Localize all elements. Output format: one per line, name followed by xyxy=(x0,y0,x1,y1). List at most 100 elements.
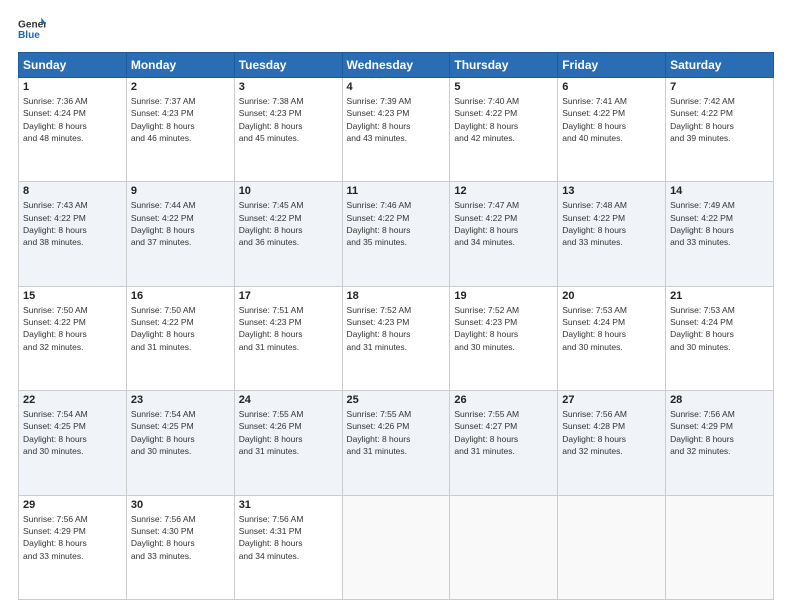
day-info: Sunrise: 7:48 AM Sunset: 4:22 PM Dayligh… xyxy=(562,199,661,248)
weekday-header: Saturday xyxy=(666,53,774,78)
calendar-cell: 15Sunrise: 7:50 AM Sunset: 4:22 PM Dayli… xyxy=(19,286,127,390)
calendar-cell: 10Sunrise: 7:45 AM Sunset: 4:22 PM Dayli… xyxy=(234,182,342,286)
weekday-header: Monday xyxy=(126,53,234,78)
calendar-cell: 9 Sunrise: 7:44 AM Sunset: 4:22 PM Daylig… xyxy=(126,182,234,286)
calendar-cell: 26 Sunrise: 7:55 AM Sunset: 4:27 PM Dayli… xyxy=(450,391,558,495)
weekday-header: Wednesday xyxy=(342,53,450,78)
calendar-cell: 16 Sunrise: 7:50 AM Sunset: 4:22 PM Dayli… xyxy=(126,286,234,390)
day-number: 5 xyxy=(454,81,553,93)
day-info: Sunrise: 7:54 AM Sunset: 4:25 PM Dayligh… xyxy=(131,408,230,457)
day-number: 16 xyxy=(131,290,230,302)
day-number: 18 xyxy=(347,290,446,302)
calendar-cell: 28 Sunrise: 7:56 AM Sunset: 4:29 PM Dayli… xyxy=(666,391,774,495)
day-number: 3 xyxy=(239,81,338,93)
day-info: Sunrise: 7:44 AM Sunset: 4:22 PM Dayligh… xyxy=(131,199,230,248)
day-number: 11 xyxy=(347,185,446,197)
day-info: Sunrise: 7:52 AM Sunset: 4:23 PM Dayligh… xyxy=(454,304,553,353)
day-info: Sunrise: 7:52 AM Sunset: 4:23 PM Dayligh… xyxy=(347,304,446,353)
calendar-cell: 24 Sunrise: 7:55 AM Sunset: 4:26 PM Dayli… xyxy=(234,391,342,495)
day-number: 31 xyxy=(239,499,338,511)
calendar-cell: 22 Sunrise: 7:54 AM Sunset: 4:25 PM Dayli… xyxy=(19,391,127,495)
day-info: Sunrise: 7:55 AM Sunset: 4:27 PM Dayligh… xyxy=(454,408,553,457)
day-number: 13 xyxy=(562,185,661,197)
calendar-cell: 25 Sunrise: 7:55 AM Sunset: 4:26 PM Dayli… xyxy=(342,391,450,495)
weekday-header: Sunday xyxy=(19,53,127,78)
calendar-cell: 5 Sunrise: 7:40 AM Sunset: 4:22 PM Daylig… xyxy=(450,78,558,182)
day-info: Sunrise: 7:49 AM Sunset: 4:22 PM Dayligh… xyxy=(670,199,769,248)
calendar-cell: 27 Sunrise: 7:56 AM Sunset: 4:28 PM Dayli… xyxy=(558,391,666,495)
calendar-cell: 12Sunrise: 7:47 AM Sunset: 4:22 PM Dayli… xyxy=(450,182,558,286)
day-number: 25 xyxy=(347,394,446,406)
page: General Blue SundayMondayTuesdayWednesda… xyxy=(0,0,792,612)
day-info: Sunrise: 7:56 AM Sunset: 4:29 PM Dayligh… xyxy=(670,408,769,457)
day-number: 6 xyxy=(562,81,661,93)
calendar-body: 1 Sunrise: 7:36 AM Sunset: 4:24 PM Daylig… xyxy=(19,78,774,600)
day-info: Sunrise: 7:51 AM Sunset: 4:23 PM Dayligh… xyxy=(239,304,338,353)
day-info: Sunrise: 7:38 AM Sunset: 4:23 PM Dayligh… xyxy=(239,95,338,144)
calendar-cell: 1 Sunrise: 7:36 AM Sunset: 4:24 PM Daylig… xyxy=(19,78,127,182)
calendar-cell: 20Sunrise: 7:53 AM Sunset: 4:24 PM Dayli… xyxy=(558,286,666,390)
day-number: 1 xyxy=(23,81,122,93)
calendar-week-row: 8 Sunrise: 7:43 AM Sunset: 4:22 PM Daylig… xyxy=(19,182,774,286)
day-info: Sunrise: 7:42 AM Sunset: 4:22 PM Dayligh… xyxy=(670,95,769,144)
day-number: 15 xyxy=(23,290,122,302)
calendar-cell: 29Sunrise: 7:56 AM Sunset: 4:29 PM Dayli… xyxy=(19,495,127,599)
calendar-cell: 3 Sunrise: 7:38 AM Sunset: 4:23 PM Daylig… xyxy=(234,78,342,182)
day-info: Sunrise: 7:46 AM Sunset: 4:22 PM Dayligh… xyxy=(347,199,446,248)
calendar-week-row: 29Sunrise: 7:56 AM Sunset: 4:29 PM Dayli… xyxy=(19,495,774,599)
calendar-cell: 6 Sunrise: 7:41 AM Sunset: 4:22 PM Daylig… xyxy=(558,78,666,182)
calendar-cell xyxy=(342,495,450,599)
day-info: Sunrise: 7:39 AM Sunset: 4:23 PM Dayligh… xyxy=(347,95,446,144)
day-info: Sunrise: 7:47 AM Sunset: 4:22 PM Dayligh… xyxy=(454,199,553,248)
day-info: Sunrise: 7:54 AM Sunset: 4:25 PM Dayligh… xyxy=(23,408,122,457)
day-info: Sunrise: 7:56 AM Sunset: 4:28 PM Dayligh… xyxy=(562,408,661,457)
day-number: 14 xyxy=(670,185,769,197)
day-info: Sunrise: 7:43 AM Sunset: 4:22 PM Dayligh… xyxy=(23,199,122,248)
calendar-cell: 13 Sunrise: 7:48 AM Sunset: 4:22 PM Dayli… xyxy=(558,182,666,286)
logo: General Blue xyxy=(18,16,46,44)
day-number: 27 xyxy=(562,394,661,406)
logo-icon: General Blue xyxy=(18,16,46,44)
day-number: 4 xyxy=(347,81,446,93)
day-info: Sunrise: 7:40 AM Sunset: 4:22 PM Dayligh… xyxy=(454,95,553,144)
calendar-cell: 2Sunrise: 7:37 AM Sunset: 4:23 PM Daylig… xyxy=(126,78,234,182)
day-number: 23 xyxy=(131,394,230,406)
calendar-week-row: 22 Sunrise: 7:54 AM Sunset: 4:25 PM Dayli… xyxy=(19,391,774,495)
day-info: Sunrise: 7:41 AM Sunset: 4:22 PM Dayligh… xyxy=(562,95,661,144)
calendar-cell: 21 Sunrise: 7:53 AM Sunset: 4:24 PM Dayli… xyxy=(666,286,774,390)
day-info: Sunrise: 7:55 AM Sunset: 4:26 PM Dayligh… xyxy=(347,408,446,457)
calendar-cell: 18 Sunrise: 7:52 AM Sunset: 4:23 PM Dayli… xyxy=(342,286,450,390)
day-number: 7 xyxy=(670,81,769,93)
day-info: Sunrise: 7:55 AM Sunset: 4:26 PM Dayligh… xyxy=(239,408,338,457)
day-number: 2 xyxy=(131,81,230,93)
day-number: 20 xyxy=(562,290,661,302)
day-number: 30 xyxy=(131,499,230,511)
day-info: Sunrise: 7:56 AM Sunset: 4:31 PM Dayligh… xyxy=(239,513,338,562)
calendar-cell: 8 Sunrise: 7:43 AM Sunset: 4:22 PM Daylig… xyxy=(19,182,127,286)
calendar-cell: 30Sunrise: 7:56 AM Sunset: 4:30 PM Dayli… xyxy=(126,495,234,599)
calendar-cell: 23 Sunrise: 7:54 AM Sunset: 4:25 PM Dayli… xyxy=(126,391,234,495)
calendar-cell: 4 Sunrise: 7:39 AM Sunset: 4:23 PM Daylig… xyxy=(342,78,450,182)
header: General Blue xyxy=(18,16,774,44)
day-number: 8 xyxy=(23,185,122,197)
calendar-cell: 7 Sunrise: 7:42 AM Sunset: 4:22 PM Daylig… xyxy=(666,78,774,182)
day-info: Sunrise: 7:36 AM Sunset: 4:24 PM Dayligh… xyxy=(23,95,122,144)
day-info: Sunrise: 7:45 AM Sunset: 4:22 PM Dayligh… xyxy=(239,199,338,248)
weekday-header: Thursday xyxy=(450,53,558,78)
svg-text:Blue: Blue xyxy=(18,30,40,41)
day-info: Sunrise: 7:56 AM Sunset: 4:29 PM Dayligh… xyxy=(23,513,122,562)
calendar-week-row: 1 Sunrise: 7:36 AM Sunset: 4:24 PM Daylig… xyxy=(19,78,774,182)
day-number: 24 xyxy=(239,394,338,406)
day-info: Sunrise: 7:53 AM Sunset: 4:24 PM Dayligh… xyxy=(670,304,769,353)
day-number: 17 xyxy=(239,290,338,302)
day-number: 28 xyxy=(670,394,769,406)
weekday-header: Tuesday xyxy=(234,53,342,78)
calendar-cell xyxy=(450,495,558,599)
day-number: 21 xyxy=(670,290,769,302)
day-number: 9 xyxy=(131,185,230,197)
day-number: 26 xyxy=(454,394,553,406)
day-number: 22 xyxy=(23,394,122,406)
calendar-cell: 17 Sunrise: 7:51 AM Sunset: 4:23 PM Dayli… xyxy=(234,286,342,390)
day-info: Sunrise: 7:50 AM Sunset: 4:22 PM Dayligh… xyxy=(131,304,230,353)
calendar-cell: 31 Sunrise: 7:56 AM Sunset: 4:31 PM Dayli… xyxy=(234,495,342,599)
